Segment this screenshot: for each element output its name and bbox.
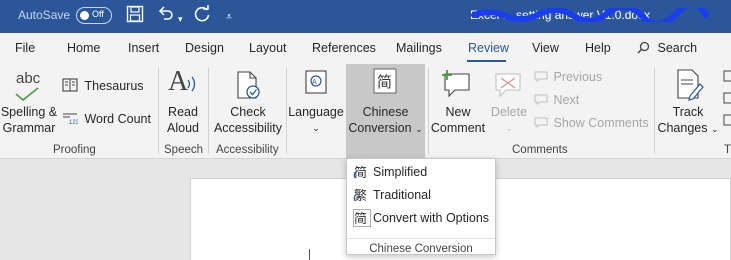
group-label-proofing: Proofing: [53, 144, 96, 156]
spelling-grammar-button[interactable]: abc Spelling & Grammar: [0, 68, 58, 136]
search-icon: [637, 41, 650, 54]
chinese-conversion-menu: 简 Simplified 繁 Traditional 简 Convert wit…: [346, 158, 496, 255]
autosave-toggle[interactable]: Off: [76, 7, 112, 24]
chevron-down-icon: ⌄: [415, 124, 423, 134]
redo-icon[interactable]: [193, 5, 211, 29]
new-comment-icon: [428, 68, 488, 104]
undo-dropdown-icon[interactable]: ▾: [178, 9, 183, 29]
autosave-state: Off: [92, 9, 104, 19]
markup-options-icon: [723, 70, 731, 126]
customize-qat-icon[interactable]: ⩡: [226, 7, 232, 27]
convert-options-icon: 简: [353, 209, 371, 227]
ribbon-tabs: File Home Insert Design Layout Reference…: [0, 33, 731, 63]
next-comment-button[interactable]: Next: [534, 93, 579, 107]
group-label-tracking: T: [724, 144, 731, 156]
read-aloud-button[interactable]: A Read Aloud: [162, 66, 204, 136]
language-icon: A: [288, 68, 344, 98]
tab-layout[interactable]: Layout: [249, 41, 287, 55]
show-comments-icon: [534, 117, 548, 128]
group-divider: [654, 68, 655, 154]
text-cursor: [309, 249, 310, 260]
svg-text:简: 简: [354, 211, 367, 227]
svg-text:简: 简: [354, 165, 367, 181]
tab-design[interactable]: Design: [185, 41, 224, 55]
traditional-char-icon: 繁: [353, 188, 367, 204]
group-label-speech: Speech: [164, 144, 204, 156]
tab-insert[interactable]: Insert: [128, 41, 159, 55]
simplified-char-icon: 简: [353, 165, 367, 181]
tab-home[interactable]: Home: [67, 41, 100, 55]
track-changes-button[interactable]: Track Changes ⌄: [656, 68, 720, 137]
chevron-down-icon: ⌄: [312, 123, 320, 133]
chevron-down-icon: ⌄: [505, 123, 513, 133]
svg-text:123: 123: [69, 120, 78, 125]
save-icon[interactable]: [126, 5, 144, 29]
new-comment-button[interactable]: New Comment: [428, 68, 488, 136]
ribbon: abc Spelling & Grammar Thesaurus 123 Wor…: [0, 62, 731, 159]
search-box[interactable]: Search: [637, 41, 697, 55]
show-comments-button[interactable]: Show Comments: [534, 116, 649, 130]
thesaurus-icon: [62, 78, 78, 92]
thesaurus-button[interactable]: Thesaurus: [62, 78, 144, 93]
menu-group-label: Chinese Conversion: [347, 238, 495, 255]
tab-view[interactable]: View: [532, 41, 559, 55]
delete-comment-button[interactable]: Delete ⌄: [489, 68, 529, 134]
menu-item-simplified[interactable]: 简 Simplified: [353, 162, 491, 182]
autosave-label: AutoSave: [18, 8, 71, 22]
tab-references[interactable]: References: [312, 41, 376, 55]
check-accessibility-button[interactable]: Check Accessibility: [212, 68, 284, 136]
tab-mailings[interactable]: Mailings: [396, 41, 442, 55]
menu-item-convert-options[interactable]: 简 Convert with Options: [353, 208, 491, 228]
previous-comment-icon: [534, 71, 548, 82]
tab-help[interactable]: Help: [585, 41, 611, 55]
chinese-conversion-button[interactable]: 简 Chinese Conversion ⌄: [346, 64, 425, 159]
spelling-check-icon: abc: [0, 68, 58, 104]
word-count-button[interactable]: 123 Word Count: [62, 111, 151, 126]
group-label-accessibility: Accessibility: [216, 144, 279, 156]
tab-review[interactable]: Review: [468, 41, 509, 55]
language-button[interactable]: A Language ⌄: [288, 68, 344, 134]
menu-item-traditional[interactable]: 繁 Traditional: [353, 185, 491, 205]
markup-icons[interactable]: [722, 70, 731, 133]
redaction-scribble: [471, 8, 709, 22]
toggle-knob: [80, 11, 89, 20]
next-comment-icon: [534, 94, 548, 105]
title-bar: AutoSave Off ▾ ⩡ Excel ... setting answe…: [0, 0, 731, 33]
svg-text:A: A: [312, 79, 317, 86]
word-count-icon: 123: [63, 113, 80, 126]
tab-file[interactable]: File: [15, 41, 35, 55]
read-aloud-icon: A: [162, 66, 204, 104]
track-changes-icon: [656, 68, 720, 104]
chevron-down-icon: ⌄: [710, 124, 719, 134]
accessibility-check-icon: [212, 68, 284, 104]
svg-text:简: 简: [377, 73, 392, 91]
search-label: Search: [657, 41, 698, 55]
group-divider: [286, 68, 287, 154]
chinese-conversion-icon: 简: [346, 68, 425, 98]
group-label-comments: Comments: [512, 144, 568, 156]
previous-comment-button[interactable]: Previous: [534, 70, 602, 84]
svg-text:繁: 繁: [354, 188, 367, 204]
group-divider: [208, 68, 209, 154]
undo-icon[interactable]: [157, 5, 175, 29]
delete-comment-icon: [489, 68, 529, 104]
group-divider: [158, 68, 159, 154]
